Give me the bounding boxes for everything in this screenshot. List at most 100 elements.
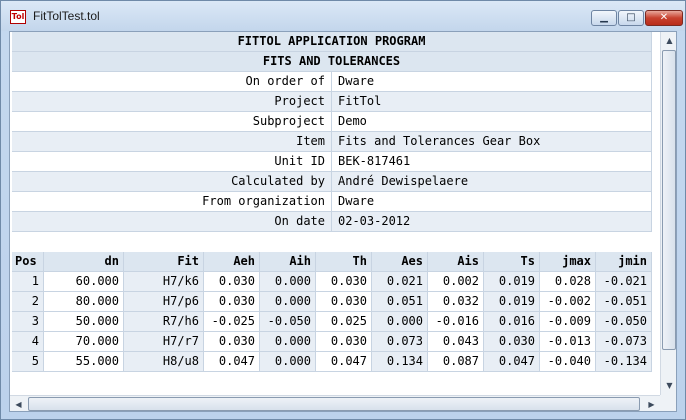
column-header-fit[interactable]: Fit [124,252,204,272]
column-header-aih[interactable]: Aih [260,252,316,272]
info-label: Item [12,132,332,152]
table-cell-jmax[interactable]: -0.002 [540,292,596,312]
report-subtitle-row: FITS AND TOLERANCES [12,52,652,72]
table-cell-ts[interactable]: 0.016 [484,312,540,332]
table-cell-aeh[interactable]: 0.030 [204,272,260,292]
table-cell-pos[interactable]: 4 [12,332,44,352]
scroll-up-arrow-icon[interactable]: ▲ [662,33,676,48]
info-row: Item Fits and Tolerances Gear Box [12,132,652,152]
column-header-jmax[interactable]: jmax [540,252,596,272]
table-cell-jmin[interactable]: -0.073 [596,332,652,352]
info-value[interactable]: Dware [332,72,652,92]
table-cell-jmin[interactable]: -0.134 [596,352,652,372]
table-cell-fit[interactable]: R7/h6 [124,312,204,332]
table-cell-th[interactable]: 0.030 [316,272,372,292]
column-header-aes[interactable]: Aes [372,252,428,272]
close-button[interactable]: ✕ [645,10,683,26]
table-cell-dn[interactable]: 60.000 [44,272,124,292]
info-value[interactable]: FitTol [332,92,652,112]
report-grid[interactable]: FITTOL APPLICATION PROGRAM FITS AND TOLE… [10,32,660,395]
horizontal-scrollbar[interactable]: ◀ ▶ [10,395,660,411]
info-value[interactable]: 02-03-2012 [332,212,652,232]
column-header-th[interactable]: Th [316,252,372,272]
table-cell-aih[interactable]: 0.000 [260,272,316,292]
table-cell-dn[interactable]: 80.000 [44,292,124,312]
table-cell-aih[interactable]: -0.050 [260,312,316,332]
table-cell-jmax[interactable]: 0.028 [540,272,596,292]
table-cell-jmax[interactable]: -0.013 [540,332,596,352]
title-bar[interactable]: Tol FitTolTest.tol ▁ □ ✕ [1,1,685,31]
minimize-button[interactable]: ▁ [591,10,617,26]
size-grip[interactable] [660,395,676,411]
table-cell-aih[interactable]: 0.000 [260,332,316,352]
table-cell-aeh[interactable]: 0.030 [204,292,260,312]
scroll-left-arrow-icon[interactable]: ◀ [11,397,26,411]
info-value[interactable]: André Dewispelaere [332,172,652,192]
column-header-aeh[interactable]: Aeh [204,252,260,272]
info-value[interactable]: Demo [332,112,652,132]
table-cell-aes[interactable]: 0.073 [372,332,428,352]
table-cell-pos[interactable]: 1 [12,272,44,292]
maximize-button[interactable]: □ [618,10,644,26]
table-cell-fit[interactable]: H7/r7 [124,332,204,352]
table-cell-aes[interactable]: 0.134 [372,352,428,372]
table-cell-dn[interactable]: 55.000 [44,352,124,372]
table-cell-ais[interactable]: 0.043 [428,332,484,352]
column-header-ts[interactable]: Ts [484,252,540,272]
table-cell-aeh[interactable]: -0.025 [204,312,260,332]
table-cell-th[interactable]: 0.030 [316,332,372,352]
table-cell-pos[interactable]: 5 [12,352,44,372]
table-cell-dn[interactable]: 70.000 [44,332,124,352]
table-cell-aih[interactable]: 0.000 [260,352,316,372]
table-cell-ts[interactable]: 0.030 [484,332,540,352]
column-header-pos[interactable]: Pos [12,252,44,272]
table-cell-jmin[interactable]: -0.051 [596,292,652,312]
table-cell-jmax[interactable]: -0.040 [540,352,596,372]
info-value[interactable]: Dware [332,192,652,212]
table-row[interactable]: 3 50.000 R7/h6 -0.025 -0.050 0.025 0.000 -0.016… [12,312,652,332]
column-header-ais[interactable]: Ais [428,252,484,272]
table-cell-ts[interactable]: 0.047 [484,352,540,372]
vertical-scrollbar[interactable]: ▲ ▼ [660,32,676,395]
table-cell-ais[interactable]: 0.087 [428,352,484,372]
table-row[interactable]: 2 80.000 H7/p6 0.030 0.000 0.030 0.051 0.032 0.0… [12,292,652,312]
table-row[interactable]: 4 70.000 H7/r7 0.030 0.000 0.030 0.073 0.043 0.0… [12,332,652,352]
table-cell-dn[interactable]: 50.000 [44,312,124,332]
table-cell-aih[interactable]: 0.000 [260,292,316,312]
table-cell-ais[interactable]: 0.032 [428,292,484,312]
table-cell-jmin[interactable]: -0.050 [596,312,652,332]
table-cell-pos[interactable]: 3 [12,312,44,332]
table-cell-aes[interactable]: 0.021 [372,272,428,292]
table-cell-fit[interactable]: H7/k6 [124,272,204,292]
horizontal-scroll-thumb[interactable] [28,397,640,411]
table-cell-th[interactable]: 0.047 [316,352,372,372]
table-row[interactable]: 5 55.000 H8/u8 0.047 0.000 0.047 0.134 0.087 0.0… [12,352,652,372]
table-cell-fit[interactable]: H8/u8 [124,352,204,372]
table-cell-jmax[interactable]: -0.009 [540,312,596,332]
info-value[interactable]: Fits and Tolerances Gear Box [332,132,652,152]
table-cell-aes[interactable]: 0.051 [372,292,428,312]
scroll-right-arrow-icon[interactable]: ▶ [644,397,659,411]
vertical-scroll-thumb[interactable] [662,50,676,350]
scroll-down-arrow-icon[interactable]: ▼ [662,378,676,393]
table-cell-ais[interactable]: 0.002 [428,272,484,292]
table-cell-th[interactable]: 0.030 [316,292,372,312]
table-cell-fit[interactable]: H7/p6 [124,292,204,312]
table-cell-pos[interactable]: 2 [12,292,44,312]
table-cell-ais[interactable]: -0.016 [428,312,484,332]
table-cell-ts[interactable]: 0.019 [484,272,540,292]
info-row: Unit ID BEK-817461 [12,152,652,172]
table-cell-ts[interactable]: 0.019 [484,292,540,312]
info-row: On date 02-03-2012 [12,212,652,232]
table-cell-jmin[interactable]: -0.021 [596,272,652,292]
table-cell-aeh[interactable]: 0.047 [204,352,260,372]
table-row[interactable]: 1 60.000 H7/k6 0.030 0.000 0.030 0.021 0.002 0.0… [12,272,652,292]
table-cell-aeh[interactable]: 0.030 [204,332,260,352]
table-cell-th[interactable]: 0.025 [316,312,372,332]
column-header-jmin[interactable]: jmin [596,252,652,272]
table-cell-aes[interactable]: 0.000 [372,312,428,332]
report-subtitle: FITS AND TOLERANCES [12,52,652,72]
info-label: Unit ID [12,152,332,172]
info-value[interactable]: BEK-817461 [332,152,652,172]
column-header-dn[interactable]: dn [44,252,124,272]
